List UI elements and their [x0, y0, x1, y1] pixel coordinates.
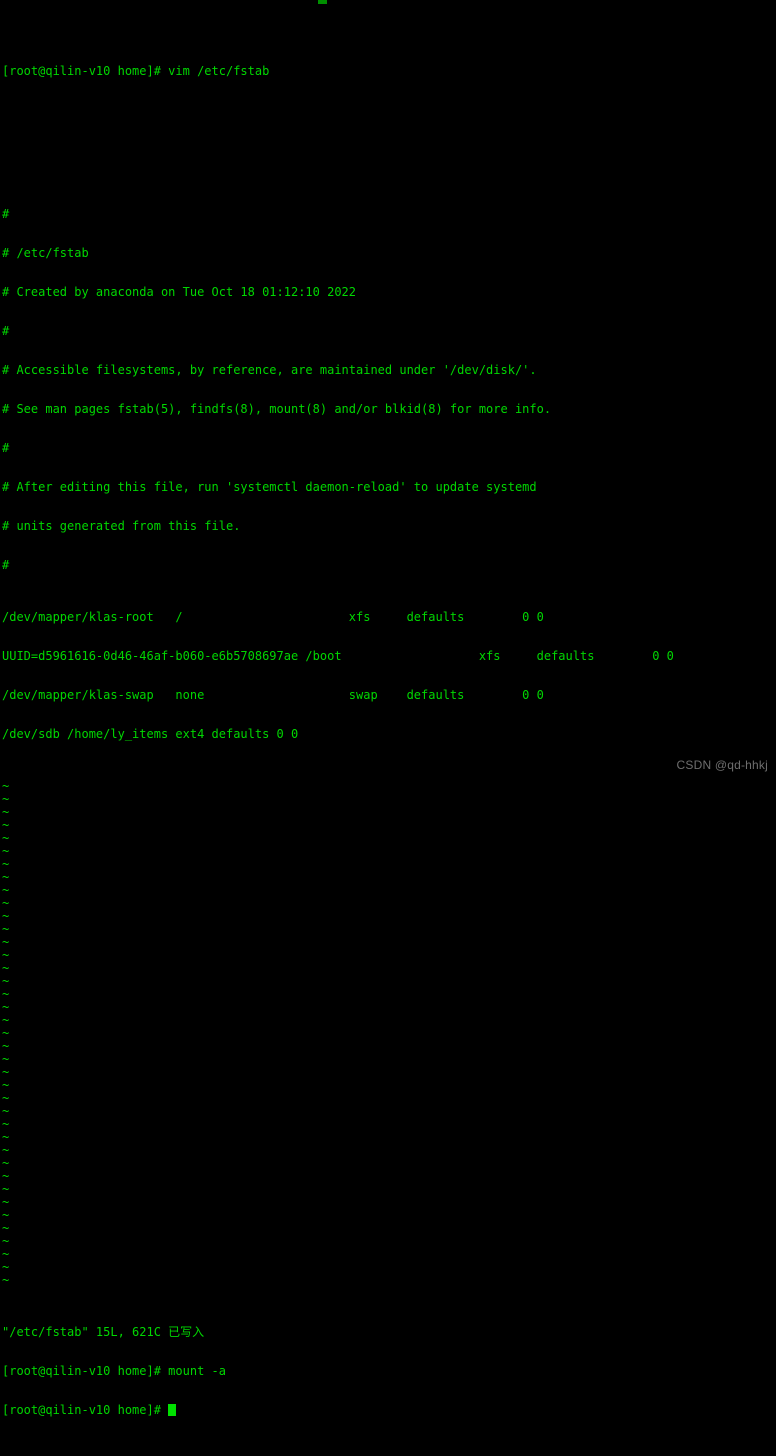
fstab-entry-root: /dev/mapper/klas-root / xfs defaults 0 0	[2, 611, 544, 624]
vim-empty-line-marker: ~	[2, 988, 10, 1001]
vim-empty-line-marker: ~	[2, 1118, 10, 1131]
vim-empty-line-marker: ~	[2, 1196, 10, 1209]
vim-empty-line-marker: ~	[2, 1040, 10, 1053]
vim-empty-line-marker: ~	[2, 819, 10, 832]
prompt-text: [root@qilin-v10 home]#	[2, 1404, 169, 1417]
vim-empty-line-marker: ~	[2, 1014, 10, 1027]
vim-empty-line-marker: ~	[2, 1209, 10, 1222]
fstab-comment-line: #	[2, 325, 10, 338]
vim-empty-line-marker: ~	[2, 1053, 10, 1066]
fstab-comment-line: # Accessible filesystems, by reference, …	[2, 364, 537, 377]
vim-empty-line-marker: ~	[2, 936, 10, 949]
vim-empty-line-marker: ~	[2, 1170, 10, 1183]
fstab-comment-line: # After editing this file, run 'systemct…	[2, 481, 537, 494]
vim-empty-line-marker: ~	[2, 910, 10, 923]
fstab-entry-boot: UUID=d5961616-0d46-46af-b060-e6b5708697a…	[2, 650, 674, 663]
vim-empty-line-marker: ~	[2, 1261, 10, 1274]
vim-empty-line-marker: ~	[2, 897, 10, 910]
csdn-watermark: CSDN @qd-hhkj	[676, 758, 768, 772]
vim-empty-line-marker: ~	[2, 962, 10, 975]
shell-final-prompt[interactable]: [root@qilin-v10 home]#	[0, 1404, 776, 1417]
vim-empty-line-marker: ~	[2, 1144, 10, 1157]
vim-empty-line-marker: ~	[2, 923, 10, 936]
fstab-comment-line: #	[2, 442, 10, 455]
shell-mount-command: [root@qilin-v10 home]# mount -a	[2, 1365, 226, 1378]
vim-empty-line-marker: ~	[2, 949, 10, 962]
vim-empty-line-marker: ~	[2, 858, 10, 871]
vim-empty-line-marker: ~	[2, 975, 10, 988]
fstab-entry-swap: /dev/mapper/klas-swap none swap defaults…	[2, 689, 544, 702]
shell-command-line: [root@qilin-v10 home]# vim /etc/fstab	[2, 65, 270, 78]
vim-empty-line-marker: ~	[2, 1274, 10, 1287]
vim-empty-line-marker: ~	[2, 1235, 10, 1248]
text-cursor	[168, 1404, 177, 1416]
vim-empty-line-marker: ~	[2, 1131, 10, 1144]
vim-empty-line-marker: ~	[2, 1157, 10, 1170]
vim-status-message: "/etc/fstab" 15L, 621C 已写入	[2, 1326, 205, 1339]
vim-empty-line-marker: ~	[2, 1183, 10, 1196]
fstab-comment-line: #	[2, 559, 10, 572]
terminal-window[interactable]: [root@qilin-v10 home]# vim /etc/fstab # …	[0, 0, 776, 1417]
vim-empty-line-marker: ~	[2, 1001, 10, 1014]
fstab-comment-line: # /etc/fstab	[2, 247, 89, 260]
fstab-comment-line: # units generated from this file.	[2, 520, 241, 533]
vim-empty-line-marker: ~	[2, 806, 10, 819]
screen-artifact	[318, 0, 327, 4]
vim-empty-line-marker: ~	[2, 845, 10, 858]
vim-empty-line-marker: ~	[2, 1066, 10, 1079]
vim-empty-line-marker: ~	[2, 871, 10, 884]
vim-empty-line-markers: ~ ~ ~ ~ ~ ~ ~ ~ ~ ~ ~ ~ ~ ~ ~ ~ ~ ~ ~ ~ ~ ~ ~ ~ ~ ~ ~ ~ ~ ~ ~ ~ ~ ~ ~ ~ ~ ~ ~	[0, 780, 776, 1287]
vim-empty-line-marker: ~	[2, 832, 10, 845]
vim-empty-line-marker: ~	[2, 1105, 10, 1118]
vim-empty-line-marker: ~	[2, 1248, 10, 1261]
fstab-comment-line: # See man pages fstab(5), findfs(8), mou…	[2, 403, 552, 416]
vim-empty-line-marker: ~	[2, 1027, 10, 1040]
vim-empty-line-marker: ~	[2, 1079, 10, 1092]
vim-empty-line-marker: ~	[2, 1092, 10, 1105]
fstab-comment-line: # Created by anaconda on Tue Oct 18 01:1…	[2, 286, 357, 299]
vim-empty-line-marker: ~	[2, 793, 10, 806]
vim-empty-line-marker: ~	[2, 884, 10, 897]
vim-empty-line-marker: ~	[2, 1222, 10, 1235]
fstab-entry-sdb: /dev/sdb /home/ly_items ext4 defaults 0 …	[2, 728, 299, 741]
vim-empty-line-marker: ~	[2, 780, 10, 793]
fstab-comment-line: #	[2, 208, 10, 221]
